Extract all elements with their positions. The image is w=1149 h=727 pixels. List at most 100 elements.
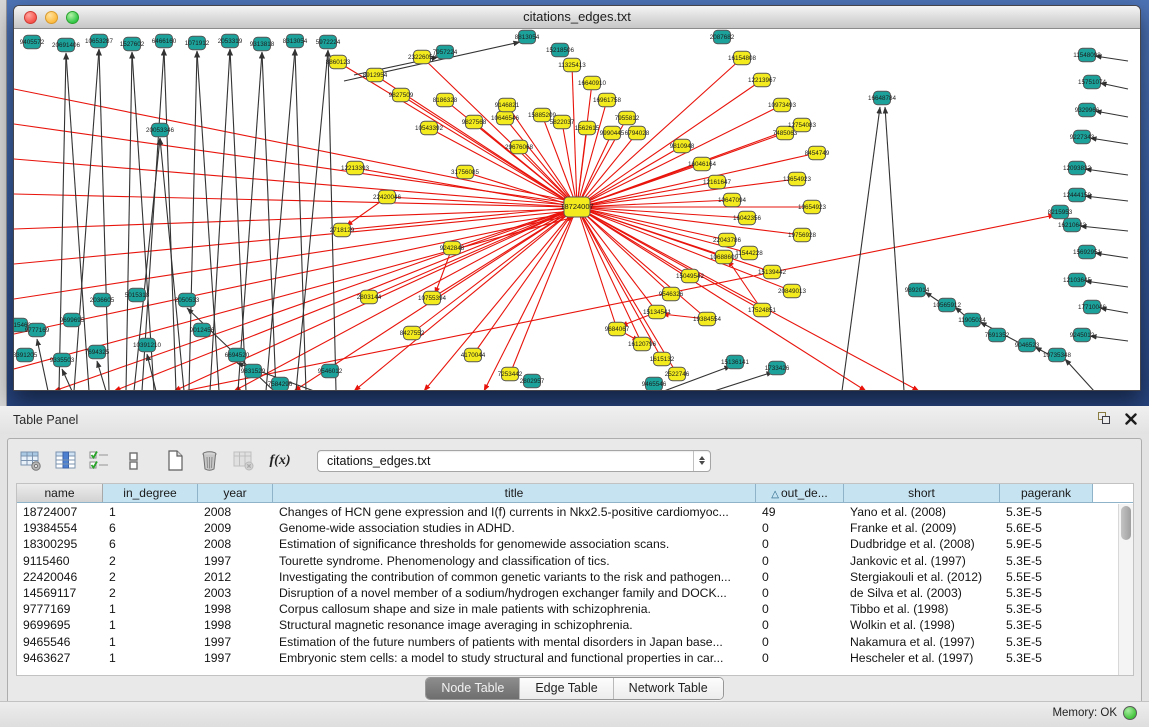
cell-year[interactable]: 1997 xyxy=(198,650,273,666)
cell-pagerank[interactable]: 5.3E-5 xyxy=(1000,634,1093,650)
graph-node[interactable]: 15139442 xyxy=(758,265,787,279)
cell-out_degree[interactable]: 49 xyxy=(756,504,844,520)
cell-pagerank[interactable]: 5.3E-5 xyxy=(1000,650,1093,666)
graph-node[interactable]: 19384554 xyxy=(693,312,722,326)
graph-node[interactable]: 8860123 xyxy=(326,55,351,69)
zoom-window-icon[interactable] xyxy=(66,11,79,24)
graph-node[interactable]: 10646546 xyxy=(491,111,520,125)
graph-node[interactable]: 9827568 xyxy=(462,115,487,129)
graph-node[interactable]: 15751074 xyxy=(1078,75,1107,89)
cell-name[interactable]: 22420046 xyxy=(17,569,103,585)
graph-node[interactable]: 12213393 xyxy=(341,161,370,175)
graph-node[interactable]: 13654923 xyxy=(783,172,812,186)
graph-node[interactable]: 6794028 xyxy=(625,126,650,140)
cell-out_degree[interactable]: 0 xyxy=(756,553,844,569)
graph-node[interactable]: 12093832 xyxy=(1063,161,1092,175)
graph-node[interactable]: 15136141 xyxy=(721,355,750,369)
table-panel-titlebar[interactable]: Table Panel xyxy=(0,406,1149,434)
cell-short[interactable]: Stergiakouli et al. (2012) xyxy=(844,569,1000,585)
graph-edge[interactable] xyxy=(14,194,571,207)
cell-title[interactable]: Disruption of a novel member of a sodium… xyxy=(273,585,756,601)
clear-selection-icon[interactable] xyxy=(119,447,147,475)
column-header-title[interactable]: title xyxy=(273,484,756,502)
column-header-short[interactable]: short xyxy=(844,484,1000,502)
graph-edge[interactable] xyxy=(37,339,48,390)
graph-node[interactable]: 9777169 xyxy=(25,323,50,337)
cell-in_degree[interactable]: 2 xyxy=(103,569,198,585)
cell-in_degree[interactable]: 1 xyxy=(103,601,198,617)
graph-node[interactable]: 17710046 xyxy=(1078,300,1107,314)
graph-node[interactable]: 12444159 xyxy=(1063,188,1092,202)
column-header-name[interactable]: name xyxy=(17,484,103,502)
graph-edge[interactable] xyxy=(1065,359,1094,390)
graph-node[interactable]: 9146821 xyxy=(495,98,520,112)
graph-edge[interactable] xyxy=(714,372,773,390)
cell-name[interactable]: 18300295 xyxy=(17,536,103,552)
cell-title[interactable]: Estimation of significance thresholds fo… xyxy=(273,536,756,552)
graph-node[interactable]: 16640910 xyxy=(578,76,607,90)
graph-node[interactable]: 9329966 xyxy=(1075,103,1100,117)
cell-short[interactable]: Nakamura et al. (1997) xyxy=(844,634,1000,650)
cell-out_degree[interactable]: 0 xyxy=(756,601,844,617)
graph-node[interactable]: 8813054 xyxy=(515,30,540,44)
graph-node[interactable]: 10647094 xyxy=(718,193,747,207)
cell-year[interactable]: 1997 xyxy=(198,634,273,650)
cell-pagerank[interactable]: 5.3E-5 xyxy=(1000,553,1093,569)
cell-year[interactable]: 2009 xyxy=(198,520,273,536)
new-column-icon[interactable] xyxy=(161,447,189,475)
graph-edge[interactable] xyxy=(842,107,880,390)
citation-network-graph[interactable]: 9405572206914061065328715276026466160107… xyxy=(14,29,1140,390)
cell-name[interactable]: 9465546 xyxy=(17,634,103,650)
graph-node[interactable]: 19756928 xyxy=(788,228,817,242)
graph-node[interactable]: 2036605 xyxy=(90,293,115,307)
graph-edge[interactable] xyxy=(577,179,797,207)
memory-status-indicator[interactable] xyxy=(1123,706,1137,720)
select-all-icon[interactable] xyxy=(85,447,113,475)
tab-node-table[interactable]: Node Table xyxy=(426,678,520,699)
graph-edge[interactable] xyxy=(577,207,802,235)
graph-node[interactable]: 20691406 xyxy=(52,38,81,52)
graph-node[interactable]: 22420046 xyxy=(373,190,402,204)
cell-pagerank[interactable]: 5.3E-5 xyxy=(1000,504,1093,520)
column-header-pagerank[interactable]: pagerank xyxy=(1000,484,1093,502)
graph-node[interactable]: 1562615 xyxy=(575,121,600,135)
network-view-window[interactable]: citations_edges.txt 94055722069140610653… xyxy=(13,5,1141,391)
delete-table-icon[interactable] xyxy=(229,447,257,475)
close-panel-icon[interactable] xyxy=(1125,413,1137,425)
column-header-in_degree[interactable]: in_degree xyxy=(103,484,198,502)
graph-edge[interactable] xyxy=(505,118,577,207)
graph-node[interactable]: 5972224 xyxy=(316,35,341,49)
graph-node[interactable]: 16961758 xyxy=(593,93,622,107)
cell-name[interactable]: 14569117 xyxy=(17,585,103,601)
graph-edge[interactable] xyxy=(164,49,176,390)
graph-edge[interactable] xyxy=(1090,138,1128,144)
graph-edge[interactable] xyxy=(1085,169,1128,175)
graph-node[interactable]: 9546012 xyxy=(318,364,343,378)
cell-in_degree[interactable]: 2 xyxy=(103,553,198,569)
graph-node[interactable]: 9546326 xyxy=(659,287,684,301)
graph-edge[interactable] xyxy=(474,122,577,207)
graph-node[interactable]: 2718129 xyxy=(330,223,355,237)
tab-network-table[interactable]: Network Table xyxy=(614,678,723,699)
cell-in_degree[interactable]: 1 xyxy=(103,504,198,520)
cell-short[interactable]: Yano et al. (2008) xyxy=(844,504,1000,520)
graph-node[interactable]: 2087682 xyxy=(710,30,735,44)
cell-name[interactable]: 19384554 xyxy=(17,520,103,536)
cell-title[interactable]: Genome-wide association studies in ADHD. xyxy=(273,520,756,536)
graph-node[interactable]: 2522746 xyxy=(665,367,690,381)
graph-node[interactable]: 15218506 xyxy=(546,43,575,57)
column-header-out_degree[interactable]: △out_de... xyxy=(756,484,844,502)
column-header-year[interactable]: year xyxy=(198,484,273,502)
graph-node[interactable]: 8215953 xyxy=(1048,205,1073,219)
table-row[interactable]: 969969511998Structural magnetic resonanc… xyxy=(17,617,1118,633)
table-row[interactable]: 977716911998Corpus callosum shape and si… xyxy=(17,601,1118,617)
cell-in_degree[interactable]: 2 xyxy=(103,585,198,601)
tab-edge-table[interactable]: Edge Table xyxy=(520,678,613,699)
graph-node[interactable]: 8454749 xyxy=(805,146,830,160)
table-row[interactable]: 2242004622012Investigating the contribut… xyxy=(17,569,1118,585)
cell-pagerank[interactable]: 5.3E-5 xyxy=(1000,617,1093,633)
graph-edge[interactable] xyxy=(577,207,707,319)
window-titlebar[interactable]: citations_edges.txt xyxy=(14,6,1140,29)
cell-title[interactable]: Investigating the contribution of common… xyxy=(273,569,756,585)
cell-pagerank[interactable]: 5.5E-5 xyxy=(1000,569,1093,585)
